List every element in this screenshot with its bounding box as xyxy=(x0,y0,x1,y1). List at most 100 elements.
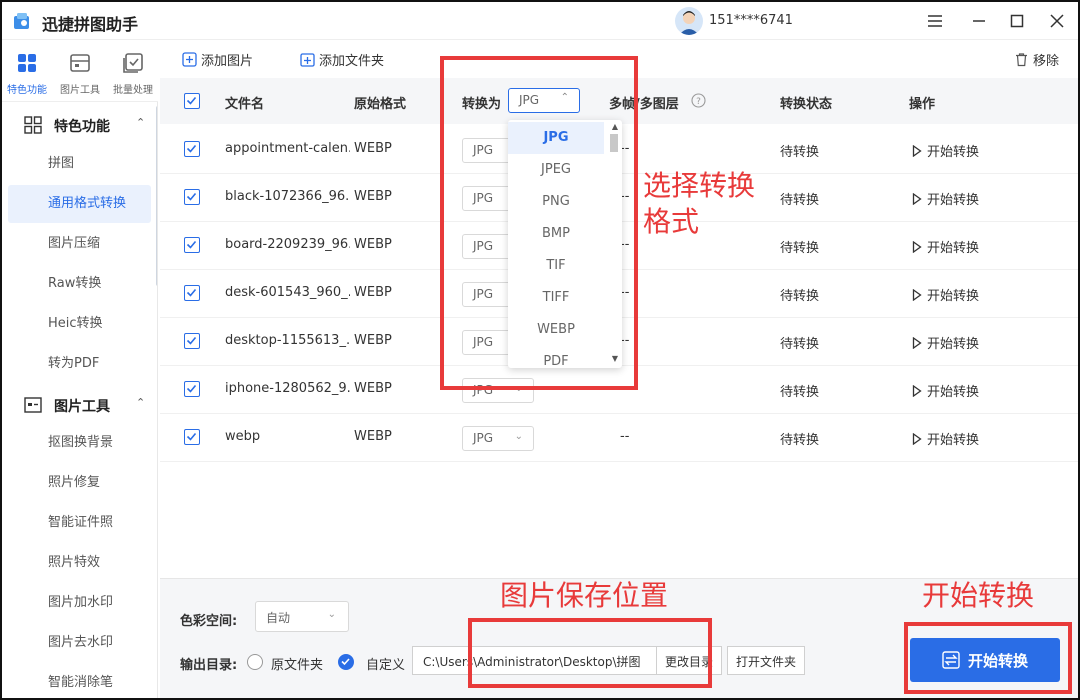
menu-button[interactable] xyxy=(922,8,948,34)
maximize-button[interactable] xyxy=(1004,8,1030,34)
sidebar-item-to-pdf[interactable]: 转为PDF xyxy=(8,345,151,383)
row-start-label: 开始转换 xyxy=(927,337,980,352)
row-start-label: 开始转换 xyxy=(927,193,980,208)
row-filename: desk-601543_960_... xyxy=(225,285,350,300)
avatar[interactable] xyxy=(675,7,703,35)
close-button[interactable] xyxy=(1044,8,1070,34)
check-icon xyxy=(341,658,350,666)
row-status: 待转换 xyxy=(780,337,820,352)
title-bar: 迅捷拼图助手 151****6741 xyxy=(2,2,1078,40)
row-filename: black-1072366_96... xyxy=(225,189,350,204)
app-logo-icon xyxy=(14,13,29,29)
rail-item-image-tools[interactable]: 图片工具 xyxy=(55,52,105,96)
chevron-down-icon: ⌄ xyxy=(327,609,336,620)
open-folder-button[interactable]: 打开文件夹 xyxy=(727,646,806,675)
sidebar-item-format-convert[interactable]: 通用格式转换 xyxy=(8,185,151,223)
row-status: 待转换 xyxy=(780,241,820,256)
sidebar-item-eraser[interactable]: 智能消除笔 xyxy=(8,664,151,698)
sidebar-item-add-watermark[interactable]: 图片加水印 xyxy=(8,584,151,622)
svg-text:?: ? xyxy=(696,97,701,107)
hamburger-icon xyxy=(928,15,942,27)
chevron-up-icon: ⌃ xyxy=(136,396,146,409)
close-icon xyxy=(1050,14,1064,28)
sidebar-item-compress[interactable]: 图片压缩 xyxy=(8,225,151,263)
row-start-button[interactable]: 开始转换 xyxy=(912,189,979,208)
color-space-select[interactable]: 自动 ⌄ xyxy=(255,601,349,632)
sidebar-item-collage[interactable]: 拼图 xyxy=(8,145,151,183)
sidebar-section-image-tools[interactable]: 图片工具 ⌃ xyxy=(2,384,157,424)
sidebar-item-effects[interactable]: 照片特效 xyxy=(8,544,151,582)
grid-outline-icon xyxy=(24,116,42,134)
row-start-label: 开始转换 xyxy=(927,241,980,256)
radio-custom-label: 自定义 xyxy=(366,658,406,673)
add-image-label: 添加图片 xyxy=(201,54,254,69)
rail-item-batch[interactable]: 批量处理 xyxy=(108,52,158,96)
check-icon xyxy=(186,432,197,441)
row-start-button[interactable]: 开始转换 xyxy=(912,285,979,304)
annotation-box-save-location xyxy=(468,618,712,688)
app-title: 迅捷拼图助手 xyxy=(42,15,139,34)
annotation-save-location: 图片保存位置 xyxy=(500,579,669,612)
sidebar-item-id-photo[interactable]: 智能证件照 xyxy=(8,504,151,542)
play-icon xyxy=(912,144,922,157)
play-icon xyxy=(912,240,922,253)
remove-button[interactable]: 移除 xyxy=(1014,50,1059,69)
row-start-button[interactable]: 开始转换 xyxy=(912,333,979,352)
row-status: 待转换 xyxy=(780,289,820,304)
user-phone[interactable]: 151****6741 xyxy=(709,13,793,28)
remove-label: 移除 xyxy=(1033,54,1060,69)
minimize-button[interactable] xyxy=(966,8,992,34)
row-checkbox[interactable] xyxy=(184,141,200,157)
row-start-button[interactable]: 开始转换 xyxy=(912,237,979,256)
row-checkbox[interactable] xyxy=(184,237,200,253)
header-orig-format: 原始格式 xyxy=(354,97,407,112)
row-orig-format: WEBP xyxy=(354,189,392,204)
play-icon xyxy=(912,192,922,205)
sidebar-item-cutout[interactable]: 抠图换背景 xyxy=(8,424,151,462)
add-image-icon xyxy=(182,52,197,67)
check-icon xyxy=(186,96,197,105)
row-checkbox[interactable] xyxy=(184,333,200,349)
select-all-checkbox[interactable] xyxy=(184,93,200,109)
sidebar-item-photo-repair[interactable]: 照片修复 xyxy=(8,464,151,502)
play-icon xyxy=(912,336,922,349)
trash-icon xyxy=(1016,53,1027,67)
sidebar-item-remove-watermark[interactable]: 图片去水印 xyxy=(8,624,151,662)
row-multiframe: -- xyxy=(620,429,630,444)
play-icon xyxy=(912,384,922,397)
sidebar-item-raw[interactable]: Raw转换 xyxy=(8,265,151,303)
check-icon xyxy=(186,384,197,393)
row-orig-format: WEBP xyxy=(354,333,392,348)
row-checkbox[interactable] xyxy=(184,189,200,205)
sidebar-item-heic[interactable]: Heic转换 xyxy=(8,305,151,343)
add-folder-button[interactable]: 添加文件夹 xyxy=(300,50,384,69)
row-orig-format: WEBP xyxy=(354,141,392,156)
row-format-select[interactable]: JPG ⌄ xyxy=(462,426,534,451)
radio-original-folder[interactable] xyxy=(247,654,263,670)
user-avatar-icon xyxy=(679,11,699,35)
add-folder-label: 添加文件夹 xyxy=(319,54,385,69)
radio-original-label: 原文件夹 xyxy=(271,658,324,673)
rail-label: 批量处理 xyxy=(113,85,153,96)
row-checkbox[interactable] xyxy=(184,381,200,397)
add-image-button[interactable]: 添加图片 xyxy=(182,50,253,69)
header-action: 操作 xyxy=(909,97,936,112)
row-start-button[interactable]: 开始转换 xyxy=(912,381,979,400)
row-start-button[interactable]: 开始转换 xyxy=(912,429,979,448)
rail-item-features[interactable]: 特色功能 xyxy=(2,52,52,96)
image-tools-icon xyxy=(70,54,90,72)
check-icon xyxy=(186,288,197,297)
row-start-button[interactable]: 开始转换 xyxy=(912,141,979,160)
row-filename: desktop-1155613_... xyxy=(225,333,350,348)
sidebar-section-features[interactable]: 特色功能 ⌃ xyxy=(2,104,157,144)
row-status: 待转换 xyxy=(780,385,820,400)
grid-icon xyxy=(18,54,36,72)
row-checkbox[interactable] xyxy=(184,429,200,445)
row-start-label: 开始转换 xyxy=(927,145,980,160)
radio-custom-folder[interactable] xyxy=(338,654,354,670)
row-filename: webp xyxy=(225,429,261,444)
row-checkbox[interactable] xyxy=(184,285,200,301)
help-icon[interactable]: ? xyxy=(691,93,706,108)
add-folder-icon xyxy=(300,53,315,67)
sidebar: 特色功能 ⌃ 拼图 通用格式转换 图片压缩 Raw转换 Heic转换 转为PDF… xyxy=(2,102,158,698)
